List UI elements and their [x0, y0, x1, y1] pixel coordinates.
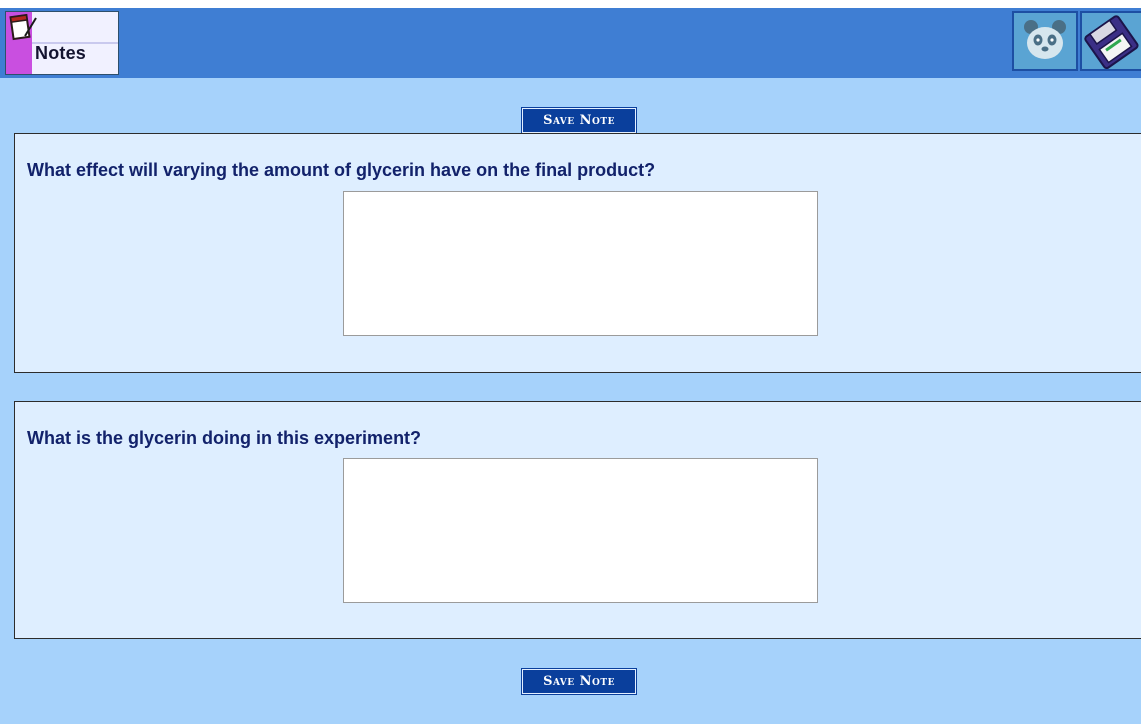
save-note-button-bottom[interactable]: Save Note — [521, 668, 637, 695]
save-disk-icon[interactable] — [1080, 11, 1141, 71]
notes-page: Notes Save Note What effect will varying… — [0, 0, 1141, 724]
save-note-button-top[interactable]: Save Note — [521, 107, 637, 134]
panda-icon-graphic — [1014, 13, 1076, 69]
question-panel-1: What effect will varying the amount of g… — [14, 133, 1141, 373]
question-prompt-2: What is the glycerin doing in this exper… — [27, 428, 422, 448]
save-disk-graphic — [1082, 13, 1141, 70]
question-panel-2: What is the glycerin doing in this exper… — [14, 401, 1141, 639]
notes-logo-label: Notes — [35, 43, 87, 63]
panda-icon[interactable] — [1012, 11, 1078, 71]
answer-field-2[interactable] — [343, 458, 818, 603]
notes-logo: Notes — [5, 11, 119, 75]
header-bar: Notes — [0, 0, 1141, 78]
notepad-icon — [9, 13, 37, 41]
header-bar-inner: Notes — [0, 8, 1141, 78]
question-prompt-1: What effect will varying the amount of g… — [27, 160, 656, 180]
answer-field-1[interactable] — [343, 191, 818, 336]
